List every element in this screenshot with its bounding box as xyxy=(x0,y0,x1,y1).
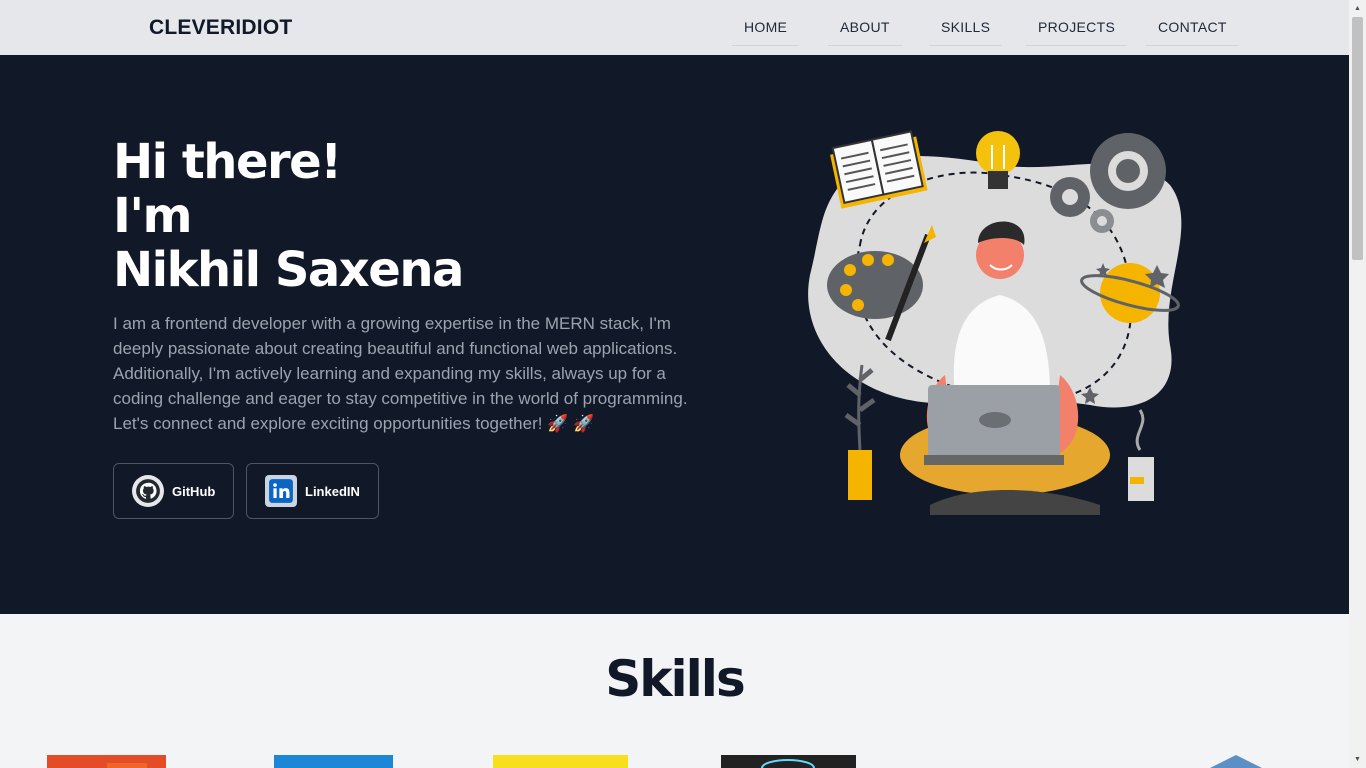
developer-illustration xyxy=(808,130,1182,515)
nav-home[interactable]: HOME xyxy=(732,8,800,46)
linkedin-button[interactable]: LinkedIN xyxy=(246,463,379,519)
hero-title-line-1: Hi there! xyxy=(113,134,342,190)
scrollbar-thumb[interactable] xyxy=(1352,17,1363,260)
javascript-logo xyxy=(493,755,628,768)
nav-skills[interactable]: SKILLS xyxy=(929,8,1003,46)
nodejs-logo xyxy=(1210,755,1262,768)
html5-logo xyxy=(47,755,166,768)
github-icon xyxy=(132,475,164,507)
hero-title: Hi there! I'm Nikhil Saxena xyxy=(113,134,464,298)
hero-title-line-2: I'm xyxy=(113,188,193,244)
navbar: CLEVERIDIOT HOME ABOUT SKILLS PROJECTS C… xyxy=(0,0,1349,55)
hero-title-line-3: Nikhil Saxena xyxy=(113,242,464,298)
hero-description: I am a frontend developer with a growing… xyxy=(113,314,688,433)
site-logo[interactable]: CLEVERIDIOT xyxy=(149,16,292,40)
linkedin-button-label: LinkedIN xyxy=(305,483,360,499)
nav-about[interactable]: ABOUT xyxy=(828,8,902,46)
scroll-up-arrow-icon[interactable]: ▲ xyxy=(1349,0,1366,17)
hero-section: Hi there! I'm Nikhil Saxena I am a front… xyxy=(0,55,1349,614)
vertical-scrollbar[interactable]: ▲ ▼ xyxy=(1349,0,1366,768)
skills-title: Skills xyxy=(605,650,745,708)
linkedin-icon xyxy=(265,475,297,507)
css3-logo xyxy=(274,755,393,768)
scroll-down-arrow-icon[interactable]: ▼ xyxy=(1349,751,1366,768)
nav-contact[interactable]: CONTACT xyxy=(1146,8,1239,46)
github-button-label: GitHub xyxy=(172,483,216,499)
nav-projects[interactable]: PROJECTS xyxy=(1026,8,1128,46)
github-button[interactable]: GitHub xyxy=(113,463,235,519)
react-logo xyxy=(721,755,856,768)
coffee-cup-icon xyxy=(1128,409,1154,501)
